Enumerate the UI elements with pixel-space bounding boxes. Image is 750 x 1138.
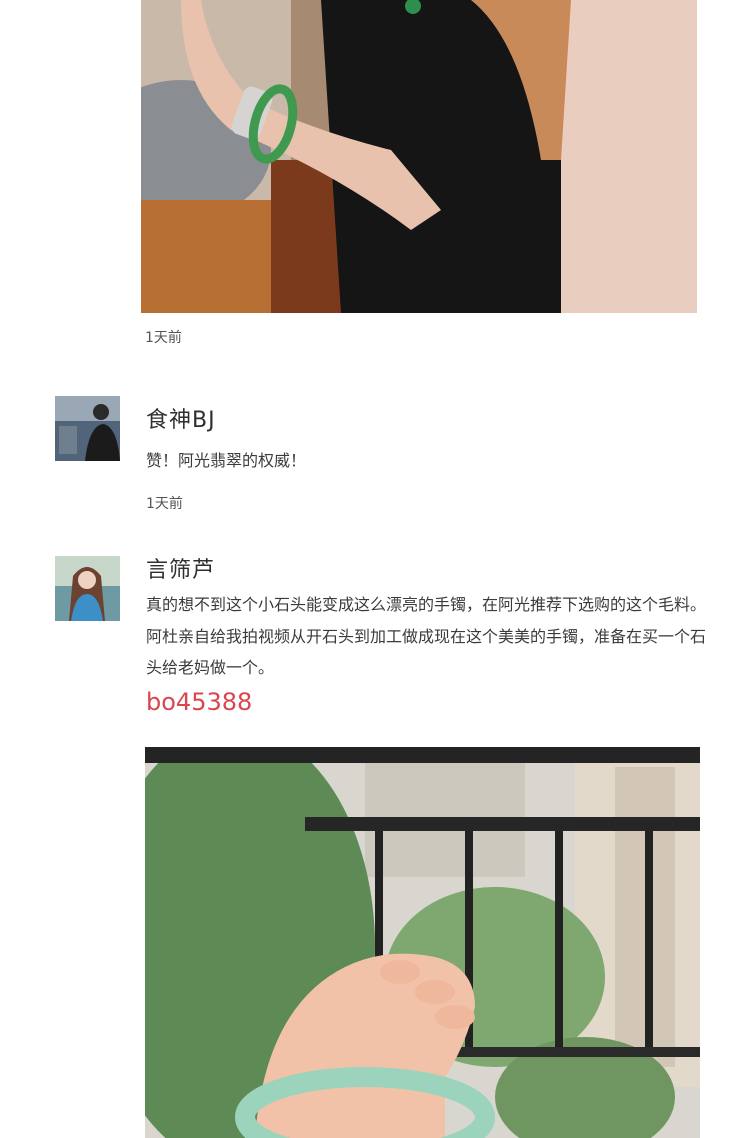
comment-text: 真的想不到这个小石头能变成这么漂亮的手镯，在阿光推荐下选购的这个毛料。阿杜亲自给… — [146, 595, 707, 677]
post-photo-car-bangle[interactable] — [141, 0, 697, 313]
photo-illustration — [145, 747, 700, 1138]
comment-timestamp: 1天前 — [146, 496, 183, 512]
post-1-timestamp: 1天前 — [145, 330, 182, 346]
avatar-image — [55, 396, 120, 461]
avatar[interactable] — [55, 396, 120, 461]
avatar-image — [55, 556, 120, 621]
post-photo-balcony-bangle[interactable] — [145, 747, 700, 1138]
photo-illustration — [141, 0, 697, 313]
comment-username[interactable]: 食神BJ — [146, 402, 216, 434]
product-code-link[interactable]: bo45388 — [146, 688, 252, 716]
comment-username[interactable]: 言筛芦 — [146, 552, 215, 584]
avatar[interactable] — [55, 556, 120, 621]
comment-text: 赞！阿光翡翠的权威！ — [146, 451, 307, 470]
